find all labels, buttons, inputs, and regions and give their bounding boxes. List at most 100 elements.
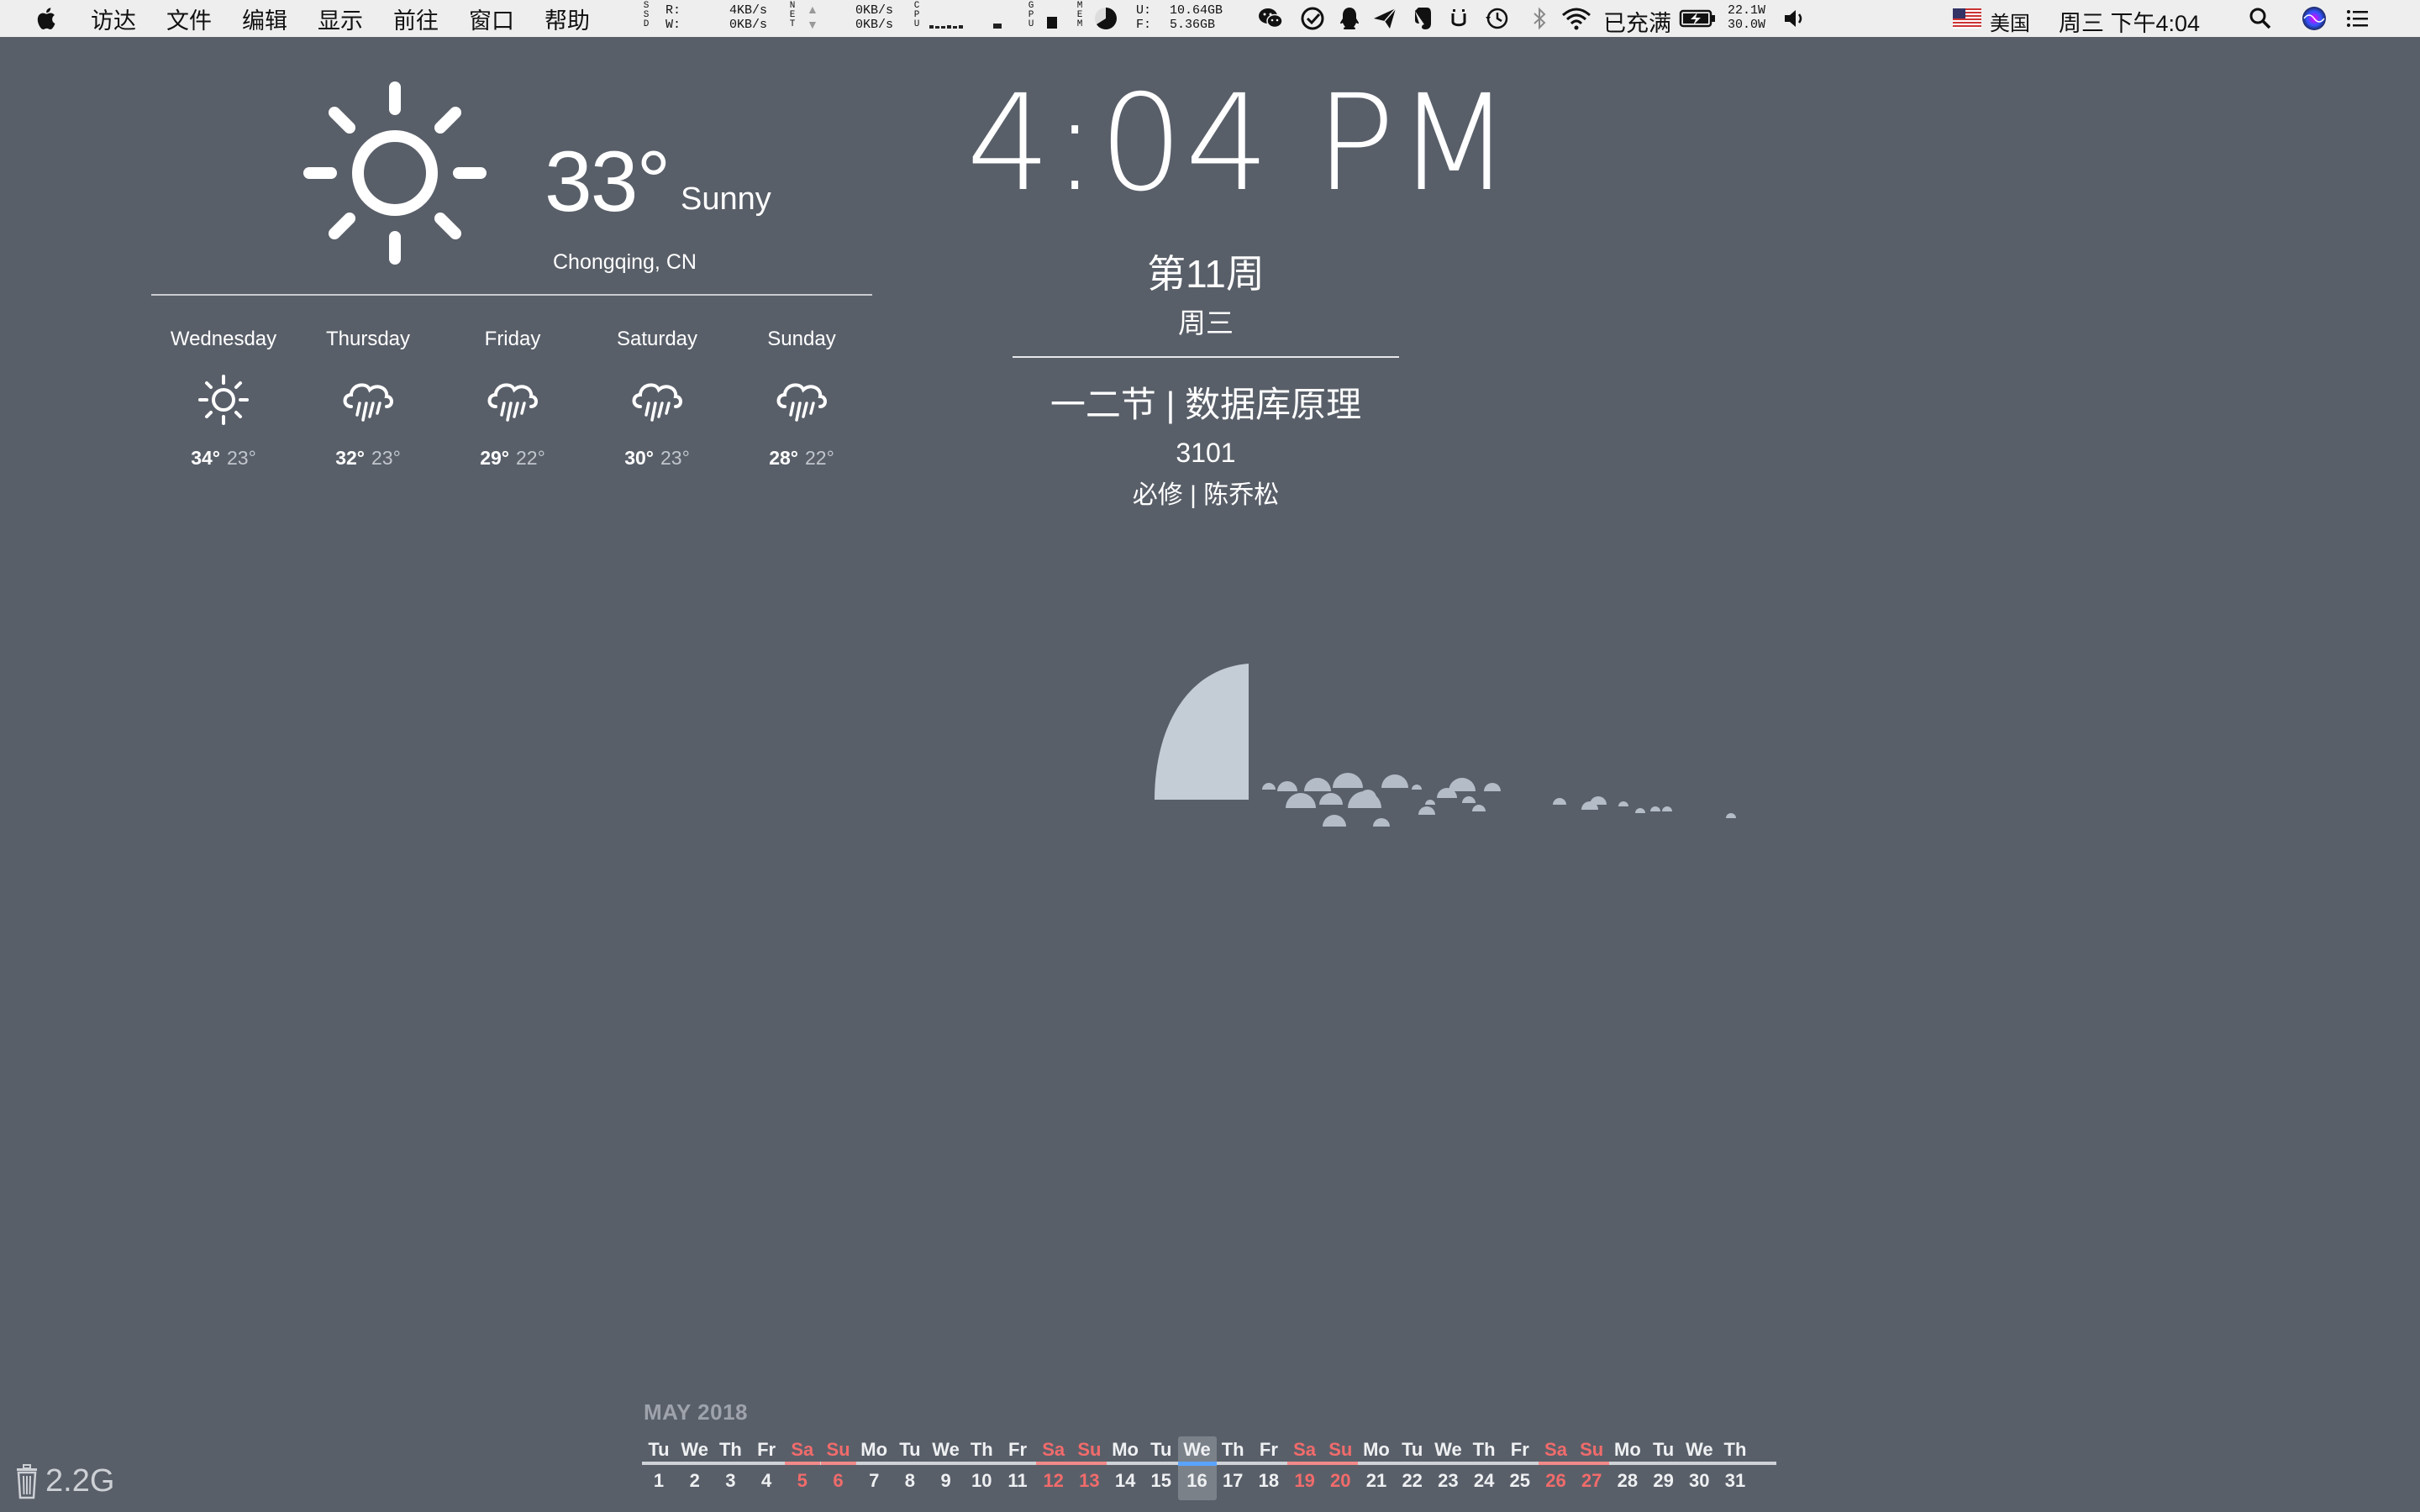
disk-read-label: R: xyxy=(666,3,681,18)
calendar-weekend-marker xyxy=(1071,1462,1107,1465)
calendar-date[interactable]: 14 xyxy=(1108,1470,1142,1492)
volume-icon[interactable] xyxy=(1781,5,1808,32)
net-down: 4KB/s xyxy=(729,3,768,18)
evernote-icon[interactable] xyxy=(1408,5,1435,32)
calendar-date[interactable]: 24 xyxy=(1467,1470,1501,1492)
cpu-graph-icon xyxy=(929,25,963,29)
input-source[interactable]: 美国 xyxy=(1990,7,2030,36)
calendar-weekday: Mo xyxy=(1614,1439,1641,1460)
calendar-weekday: Mo xyxy=(1363,1439,1390,1460)
calendar-month: MAY 2018 xyxy=(644,1399,748,1425)
forecast-day-name: Thursday xyxy=(325,328,411,350)
current-temperature: 33° xyxy=(544,134,671,229)
calendar-date[interactable]: 5 xyxy=(786,1470,819,1492)
qq-icon[interactable] xyxy=(1336,5,1363,32)
calendar-date[interactable]: 16 xyxy=(1181,1470,1214,1492)
calendar-date[interactable]: 27 xyxy=(1575,1470,1608,1492)
week-number: 第11周 xyxy=(1147,252,1265,296)
calendar-date[interactable]: 19 xyxy=(1288,1470,1322,1492)
calendar-date[interactable]: 28 xyxy=(1611,1470,1644,1492)
gpu-bar-icon xyxy=(1047,17,1057,29)
calendar-weekday: Su xyxy=(826,1439,850,1460)
calendar-date[interactable]: 11 xyxy=(1001,1470,1034,1492)
forecast-low: 23° xyxy=(660,447,690,469)
apple-icon[interactable] xyxy=(34,6,57,31)
menu-finder[interactable]: 访达 xyxy=(91,3,136,35)
forecast-day: Wednesday 34° 23° xyxy=(151,328,296,470)
battery-status[interactable]: 已充满 xyxy=(1603,5,1671,38)
calendar-date[interactable]: 22 xyxy=(1396,1470,1429,1492)
time-machine-icon[interactable] xyxy=(1484,5,1511,32)
rain-icon xyxy=(487,383,538,422)
calendar-date[interactable]: 20 xyxy=(1323,1470,1357,1492)
calendar-date[interactable]: 9 xyxy=(929,1470,963,1492)
send-icon[interactable] xyxy=(1371,5,1398,32)
menu-window[interactable]: 窗口 xyxy=(469,3,514,35)
menu-edit[interactable]: 编辑 xyxy=(242,3,287,35)
calendar-date[interactable]: 17 xyxy=(1216,1470,1249,1492)
calendar-date[interactable]: 13 xyxy=(1072,1470,1106,1492)
calendar-date[interactable]: 8 xyxy=(893,1470,927,1492)
mem-used-label: U: xyxy=(1136,3,1152,18)
rain-icon xyxy=(776,383,827,422)
menu-help[interactable]: 帮助 xyxy=(544,3,590,35)
check-icon[interactable] xyxy=(1299,5,1326,32)
calendar-date[interactable]: 3 xyxy=(713,1470,747,1492)
calendar-date[interactable]: 25 xyxy=(1503,1470,1537,1492)
wechat-icon[interactable] xyxy=(1257,5,1284,32)
calendar-date[interactable]: 4 xyxy=(750,1470,783,1492)
schedule-divider xyxy=(1013,356,1399,358)
siri-icon[interactable] xyxy=(2301,5,2328,32)
calendar-weekend-marker xyxy=(1286,1462,1323,1465)
calendar-date[interactable]: 15 xyxy=(1144,1470,1178,1492)
forecast-day-name: Saturday xyxy=(616,328,698,350)
us-flag-icon[interactable] xyxy=(1953,8,1981,29)
calendar-weekday: Fr xyxy=(1259,1439,1278,1460)
calendar-date[interactable]: 23 xyxy=(1431,1470,1465,1492)
calendar-weekend-marker xyxy=(820,1462,856,1465)
calendar-date[interactable]: 12 xyxy=(1037,1470,1071,1492)
calendar-date[interactable]: 21 xyxy=(1360,1470,1393,1492)
calendar-date[interactable]: 10 xyxy=(965,1470,998,1492)
list-icon[interactable] xyxy=(2344,5,2371,32)
calendar-date[interactable]: 26 xyxy=(1539,1470,1573,1492)
calendar-date[interactable]: 31 xyxy=(1718,1470,1752,1492)
net-label[interactable]: NET xyxy=(788,2,797,29)
calendar-date[interactable]: 29 xyxy=(1647,1470,1681,1492)
menu-file[interactable]: 文件 xyxy=(166,3,212,35)
mem-label[interactable]: MEM xyxy=(1076,2,1084,29)
menu-view[interactable]: 显示 xyxy=(318,3,363,35)
cpu-bar-icon xyxy=(993,24,1002,29)
calendar-weekday: Tu xyxy=(1652,1439,1675,1460)
search-icon[interactable] xyxy=(2247,5,2274,32)
battery-icon[interactable] xyxy=(1679,5,1718,32)
calendar-weekday: Sa xyxy=(791,1439,814,1460)
sun-icon xyxy=(303,81,487,265)
calendar-weekday: Mo xyxy=(1112,1439,1139,1460)
u-icon[interactable] xyxy=(1445,5,1472,32)
calendar-weekday: Sa xyxy=(1293,1439,1317,1460)
weekday: 周三 xyxy=(1178,307,1234,339)
calendar-date[interactable]: 1 xyxy=(642,1470,676,1492)
gpu-label[interactable]: GPU xyxy=(1027,2,1035,29)
cpu-label[interactable]: CPU xyxy=(913,2,921,29)
calendar-weekday: Tu xyxy=(648,1439,670,1460)
calendar-date[interactable]: 30 xyxy=(1682,1470,1716,1492)
ssd-label[interactable]: SSD xyxy=(642,2,650,29)
bluetooth-icon[interactable] xyxy=(1526,5,1553,32)
forecast-high: 29° xyxy=(480,447,509,469)
calendar-date[interactable]: 7 xyxy=(857,1470,891,1492)
menubar-datetime[interactable]: 周三 下午4:04 xyxy=(2059,5,2200,38)
mem-used: 10.64GB xyxy=(1170,3,1223,18)
forecast-high: 30° xyxy=(624,447,654,469)
forecast-day: Saturday 30° 23° xyxy=(585,328,729,470)
trash[interactable]: 2.2G xyxy=(15,1463,114,1499)
sun-icon xyxy=(198,375,249,425)
trash-icon[interactable] xyxy=(15,1463,39,1499)
calendar-date[interactable]: 6 xyxy=(822,1470,855,1492)
wifi-icon[interactable] xyxy=(1560,5,1593,32)
calendar-weekday: We xyxy=(1434,1439,1462,1460)
calendar-date[interactable]: 18 xyxy=(1252,1470,1286,1492)
menu-go[interactable]: 前往 xyxy=(393,3,439,35)
calendar-date[interactable]: 2 xyxy=(678,1470,712,1492)
